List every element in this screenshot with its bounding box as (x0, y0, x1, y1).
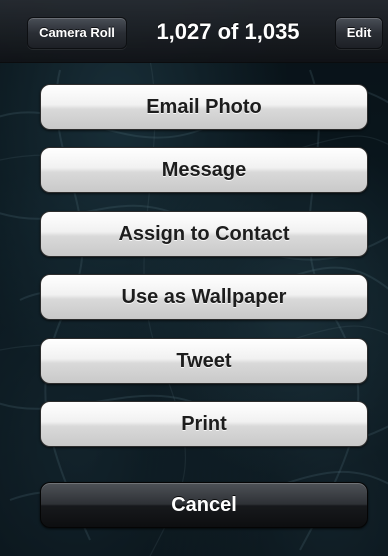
email-photo-button[interactable]: Email Photo (40, 84, 368, 130)
tweet-button[interactable]: Tweet (40, 338, 368, 384)
message-button[interactable]: Message (40, 147, 368, 193)
cancel-button[interactable]: Cancel (40, 482, 368, 528)
photo-viewer-screen: Camera Roll 1,027 of 1,035 Edit Email Ph… (0, 0, 388, 556)
action-sheet: Email Photo Message Assign to Contact Us… (10, 62, 378, 556)
camera-roll-back-button[interactable]: Camera Roll (27, 17, 127, 49)
photo-counter-title: 1,027 of 1,035 (156, 19, 300, 44)
use-as-wallpaper-button[interactable]: Use as Wallpaper (40, 274, 368, 320)
edit-button[interactable]: Edit (335, 17, 383, 49)
assign-to-contact-button[interactable]: Assign to Contact (40, 211, 368, 257)
navigation-bar: Camera Roll 1,027 of 1,035 Edit (0, 0, 388, 63)
print-button[interactable]: Print (40, 401, 368, 447)
